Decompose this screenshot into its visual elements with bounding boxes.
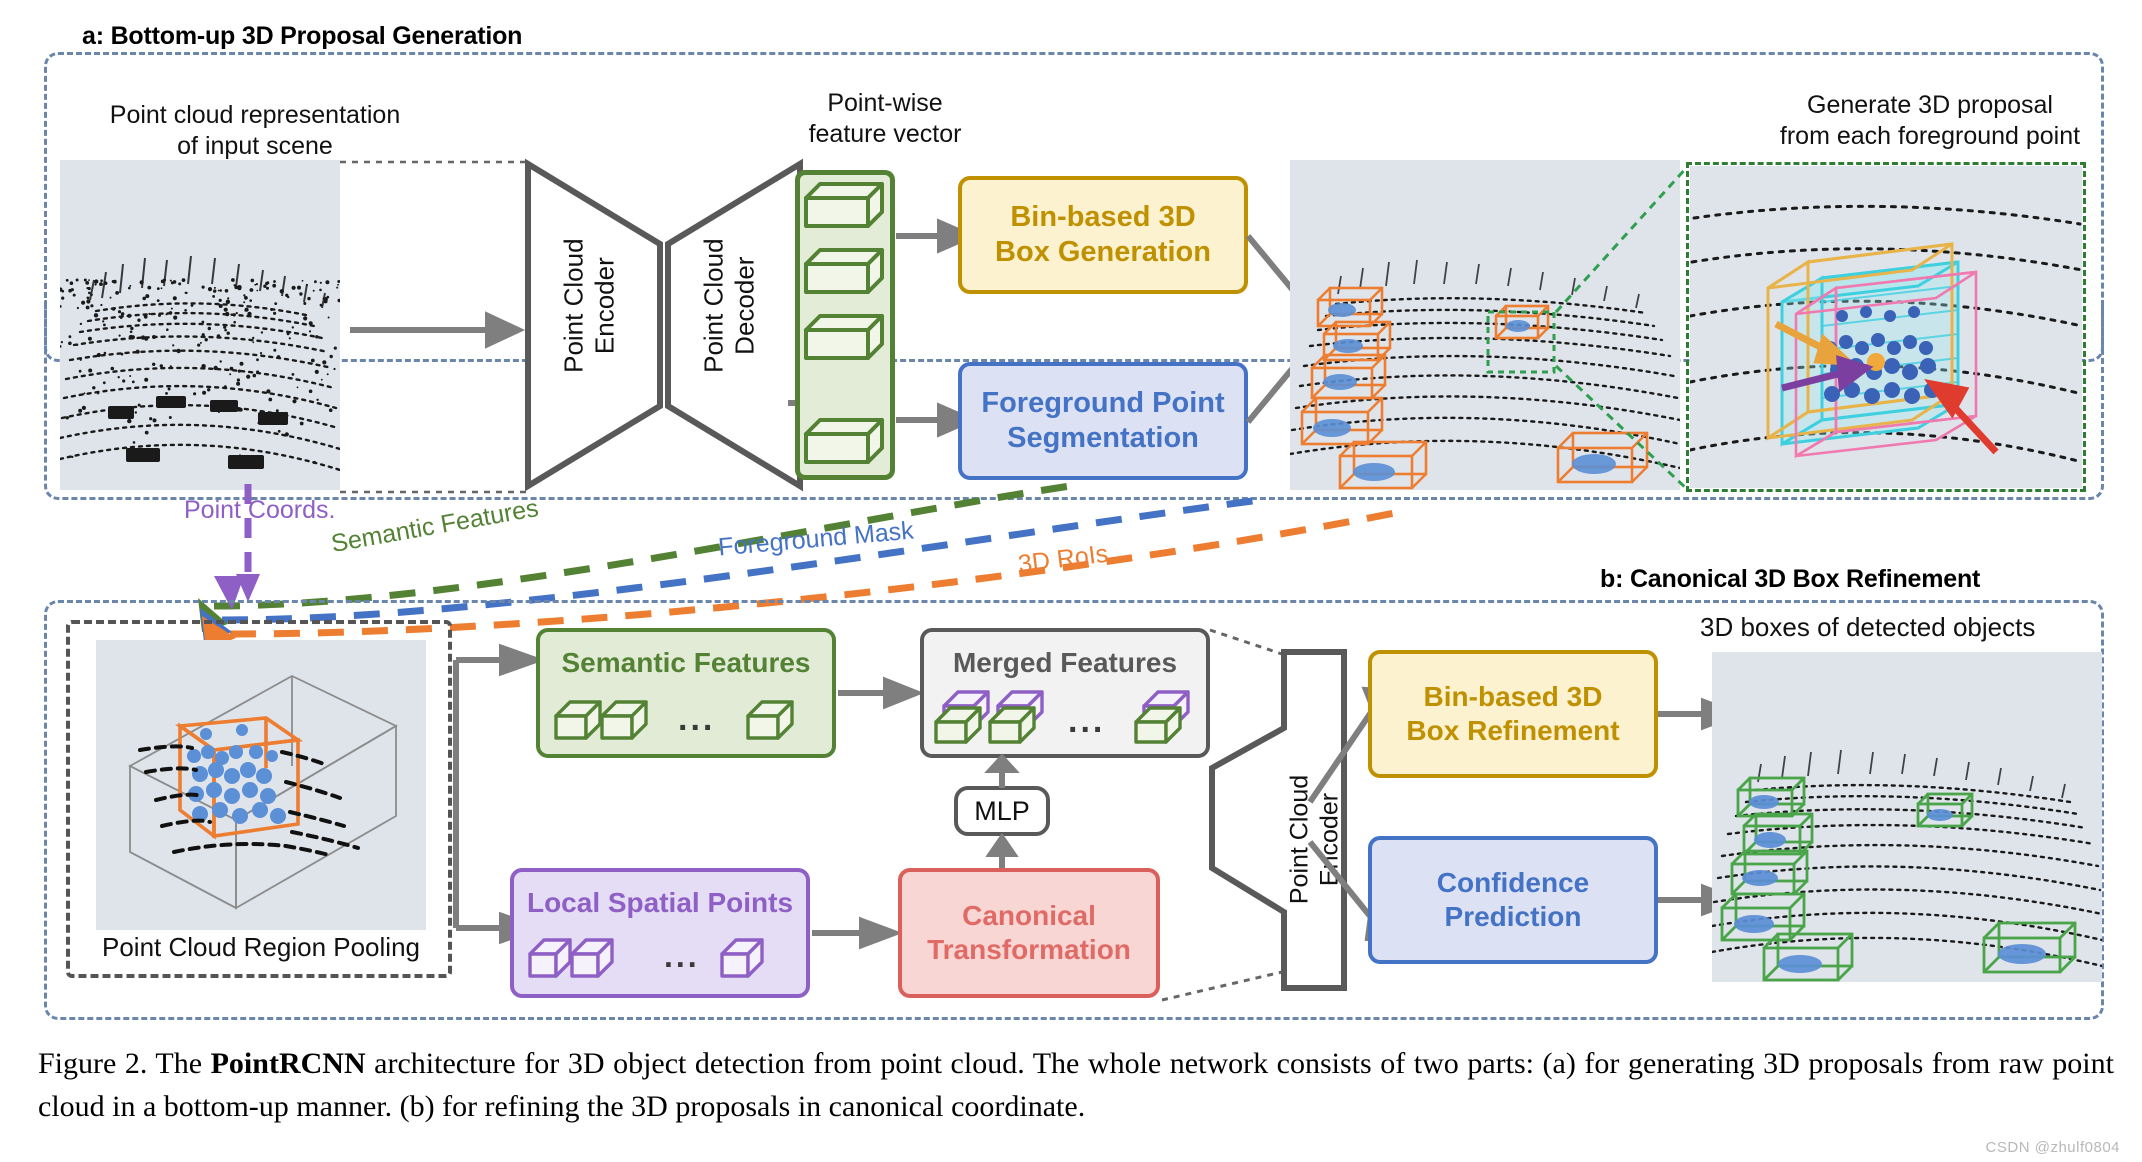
mlp-label: MLP [974,795,1030,826]
input-scene-label-line1: Point cloud representation [109,101,401,129]
arrow-input-to-encoder [350,311,526,349]
foreground-point-segmentation-node[interactable]: Foreground Point Segmentation [958,362,1248,480]
bin-based-box-generation-node[interactable]: Bin-based 3D Box Generation [958,176,1248,294]
point-cloud-region-pooling-label: Point Cloud Region Pooling [102,932,420,962]
mlp-node[interactable]: MLP [954,786,1050,836]
watermark: CSDN @zhulf0804 [1985,1139,2120,1156]
caption-pre: Figure 2. The [38,1047,211,1080]
confidence-prediction-node[interactable]: Confidence Prediction [1368,836,1658,964]
figure-caption: Figure 2. The PointRCNN architecture for… [38,1043,2114,1128]
segmentation-line1: Foreground Point [981,387,1225,420]
point-wise-feature-label: Point-wise feature vector [760,88,1010,149]
panel-a-title: a: Bottom-up 3D Proposal Generation [82,22,523,50]
output-detections-scene [1712,652,2102,982]
arrow-local-to-canonical [812,916,903,950]
point-cloud-decoder-label: Point Cloud Decoder [698,196,759,416]
output-scene-label: 3D boxes of detected objects [1700,612,2036,642]
encoder-label-line1: Point Cloud [558,238,589,373]
feature-vector-boxes [804,182,884,464]
point-coords-label: Point Coords. [184,496,336,524]
caption-bold: PointRCNN [210,1047,366,1080]
input-scene-label-line2: of input scene [177,131,333,160]
box-refinement-line1: Bin-based 3D [1423,681,1603,713]
panel-b-title: b: Canonical 3D Box Refinement [1600,565,1981,593]
bin-based-box-refinement-node[interactable]: Bin-based 3D Box Refinement [1368,650,1658,778]
local-spatial-points-ellipsis: ... [664,938,700,974]
decoder-label-line2: Decoder [729,256,759,355]
segmentation-line2: Segmentation [1007,422,1199,454]
arrow-mlp-to-merged [984,753,1020,788]
feature-label-line2: feature vector [808,119,962,148]
generate-proposal-line1: Generate 3D proposal [1807,91,2053,119]
region-pooling-scene [96,640,426,930]
confidence-line1: Confidence [1436,867,1590,899]
local-spatial-points-label: Local Spatial Points [526,887,794,918]
canonical-line1: Canonical [962,900,1096,932]
merged-features-ellipsis: ... [1068,702,1106,740]
encoder-label-line2: Encoder [589,257,619,355]
semantic-features-label: Semantic Features [561,647,811,678]
input-point-cloud-scene [60,160,340,490]
local-spatial-points-cubes [528,938,764,978]
merged-features-label: Merged Features [952,647,1178,678]
semantic-features-ellipsis: ... [678,700,716,738]
feature-label-line1: Point-wise [827,89,943,117]
box-refinement-line2: Box Refinement [1406,715,1620,746]
canonical-transformation-node[interactable]: Canonical Transformation [898,868,1160,998]
zoom-in-connector [1554,164,1690,492]
confidence-line2: Prediction [1444,901,1582,932]
box-generation-line2: Box Generation [995,236,1211,268]
canonical-line2: Transformation [927,934,1131,965]
input-scene-label: Point cloud representation of input scen… [60,100,450,161]
decoder-label-line1: Point Cloud [698,238,729,373]
zoom-proposal-scene [1690,166,2082,488]
generate-proposal-line2: from each foreground point [1779,121,2081,150]
arrow-semantic-to-merged [838,676,925,710]
box-generation-line1: Bin-based 3D [1010,201,1196,234]
point-cloud-encoder-label: Point Cloud Encoder [558,196,619,416]
generate-proposal-label: Generate 3D proposal from each foregroun… [1720,90,2140,151]
